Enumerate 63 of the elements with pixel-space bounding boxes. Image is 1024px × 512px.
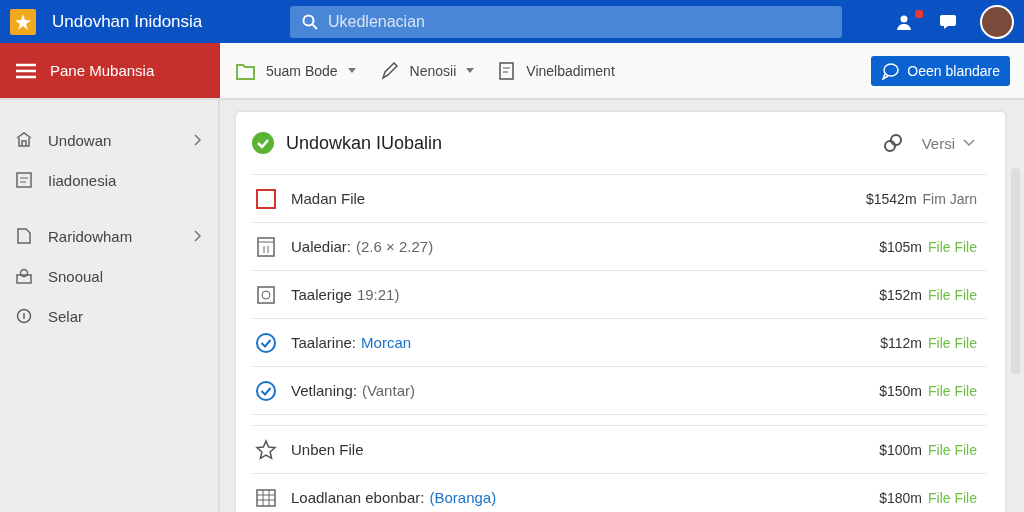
- file-name: Unben File: [291, 441, 364, 458]
- sidebar-item[interactable]: Undowan: [16, 120, 202, 160]
- chat-icon: [940, 14, 956, 29]
- sidebar-item[interactable]: Selar: [16, 296, 202, 336]
- file-amount: $100m: [879, 441, 922, 458]
- document-icon: [16, 228, 32, 244]
- file-name: Madan File: [291, 190, 366, 207]
- table-icon: [255, 486, 277, 509]
- file-link[interactable]: (Boranga): [429, 489, 497, 506]
- document-icon: [498, 60, 517, 81]
- toolbar-button[interactable]: Vinelbadiment: [498, 60, 615, 81]
- file-status: File File: [928, 238, 977, 255]
- file-amount: $105m: [879, 238, 922, 255]
- file-name: Vetlaning:: [291, 382, 357, 399]
- sidebar-item[interactable]: Snooual: [16, 256, 202, 296]
- file-status: File File: [928, 286, 977, 303]
- checkbox-icon: [255, 187, 277, 210]
- search-icon: [302, 13, 318, 30]
- file-name: Ualediar:: [291, 238, 352, 255]
- toolbar-button[interactable]: 5uam Bode: [236, 60, 356, 81]
- clock-icon: [16, 308, 32, 324]
- chevron-down-icon: [963, 139, 975, 147]
- list-icon: [16, 172, 32, 188]
- check-circle-icon: [255, 331, 277, 354]
- file-amount: $152m: [879, 286, 922, 303]
- link-icon: [881, 132, 904, 154]
- person-icon: [16, 268, 32, 284]
- menu-icon: [16, 62, 36, 79]
- open-button[interactable]: Oeen blandare: [871, 55, 1010, 86]
- star-logo-icon: [10, 8, 36, 35]
- sidebar-item[interactable]: Raridowham: [16, 216, 202, 256]
- file-name: Loadlanan ebonbar:: [291, 489, 425, 506]
- file-amount: $150m: [879, 382, 922, 399]
- star-icon: [255, 438, 277, 461]
- calendar-icon: [255, 235, 277, 258]
- image-icon: [255, 283, 277, 306]
- check-circle-icon: [255, 379, 277, 402]
- chat-bubble-icon: [881, 61, 900, 80]
- file-status: Fim Jarn: [922, 190, 977, 207]
- toolbar-button[interactable]: Nenosii: [379, 60, 475, 81]
- card-title: Undowkan IUobalin: [286, 132, 444, 154]
- sidebar-item[interactable]: Iiadonesia: [16, 160, 202, 200]
- version-dropdown[interactable]: Versi: [915, 133, 981, 153]
- file-name: Taalerige: [291, 286, 352, 303]
- pen-icon: [379, 60, 400, 81]
- file-status: File File: [928, 489, 977, 506]
- app-title: Undovhan Inidonsia: [52, 11, 204, 32]
- file-status: File File: [928, 334, 977, 351]
- file-name: Taalarine:: [291, 334, 357, 351]
- file-amount: $112m: [880, 334, 922, 351]
- panel-title: Pane Mubansia: [50, 62, 155, 79]
- file-link[interactable]: Morcan: [361, 334, 412, 351]
- file-amount: $1542m: [865, 190, 917, 207]
- check-circle-icon: [252, 132, 274, 154]
- avatar[interactable]: [980, 4, 1014, 39]
- file-amount: $180m: [879, 489, 922, 506]
- file-note: (Vantar): [361, 382, 415, 399]
- home-icon: [16, 132, 32, 148]
- file-status: File File: [928, 382, 977, 399]
- file-note: 19:21): [356, 286, 400, 303]
- file-note: (2.6 × 2.27): [356, 238, 434, 255]
- file-status: File File: [928, 441, 977, 458]
- search-field[interactable]: Ukedlenacian: [290, 5, 842, 38]
